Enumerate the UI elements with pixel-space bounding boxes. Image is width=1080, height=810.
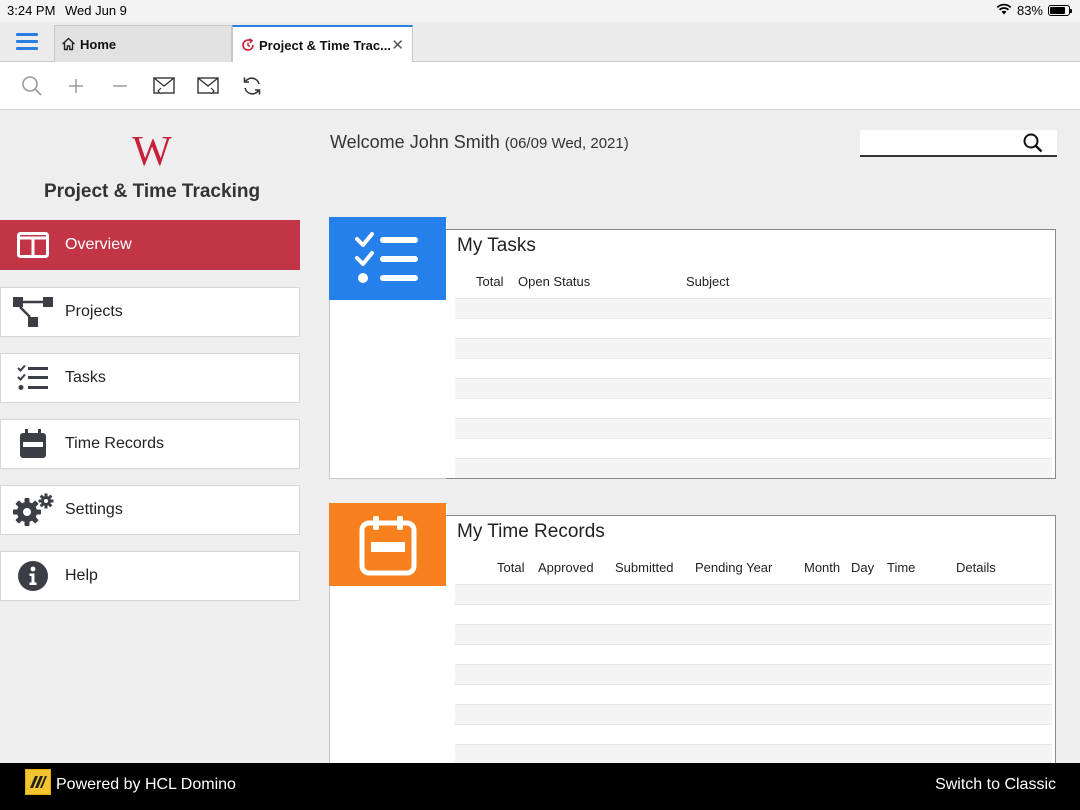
info-icon	[1, 560, 65, 592]
table-row	[455, 684, 1052, 704]
table-row	[455, 458, 1052, 478]
table-row	[455, 744, 1052, 764]
search-box[interactable]	[860, 130, 1057, 157]
column-header[interactable]: Time	[887, 560, 915, 575]
toolbar	[0, 62, 1080, 110]
my-time-records-grid: Total Approved Submitted Pending Year Mo…	[455, 550, 1052, 764]
column-header[interactable]: Month	[804, 560, 840, 575]
table-row	[455, 584, 1052, 604]
welcome-text: Welcome John Smith	[330, 132, 500, 152]
column-header[interactable]: Day	[851, 560, 874, 575]
minus-icon[interactable]	[108, 74, 132, 98]
app-title: Project & Time Tracking	[43, 181, 261, 202]
tab-ptt-label: Project & Time Trac...	[259, 37, 391, 53]
svg-text:W: W	[132, 130, 172, 170]
table-row	[455, 378, 1052, 398]
overview-icon	[1, 232, 65, 258]
plus-icon[interactable]	[64, 74, 88, 98]
welcome-date: (06/09 Wed, 2021)	[504, 135, 629, 152]
my-time-records-panel: My Time Records Total Approved Submitted…	[329, 503, 1056, 764]
sidebar-item-label: Settings	[65, 501, 123, 518]
sidebar-item-label: Overview	[65, 236, 132, 253]
home-icon	[61, 37, 76, 51]
footer-bar: Powered by HCL Domino Switch to Classic	[0, 763, 1080, 810]
table-row	[455, 298, 1052, 318]
refresh-icon	[241, 38, 255, 52]
table-row	[455, 704, 1052, 724]
table-row	[455, 664, 1052, 684]
wifi-icon	[996, 3, 1012, 18]
table-row	[455, 604, 1052, 624]
powered-by-text: Powered by HCL Domino	[56, 776, 236, 793]
sidebar-item-label: Projects	[65, 303, 123, 320]
sidebar-item-tasks[interactable]: Tasks	[0, 353, 300, 403]
status-bar: 3:24 PM Wed Jun 9 83%	[0, 0, 1080, 22]
grid-body	[455, 298, 1052, 478]
my-tasks-title: My Tasks	[457, 235, 536, 256]
app-logo: W	[128, 129, 176, 175]
table-row	[455, 338, 1052, 358]
hcl-domino-logo-icon	[25, 769, 51, 795]
status-time: 3:24 PM	[7, 3, 56, 18]
table-row	[455, 418, 1052, 438]
mail-forward-icon[interactable]	[196, 74, 220, 98]
close-icon[interactable]: ✕	[391, 36, 404, 54]
status-date: Wed Jun 9	[65, 3, 127, 18]
projects-icon	[1, 295, 65, 329]
search-icon[interactable]	[20, 74, 44, 98]
sidebar-item-label: Time Records	[65, 435, 164, 452]
sidebar-item-projects[interactable]: Projects	[0, 287, 300, 337]
sidebar-item-help[interactable]: Help	[0, 551, 300, 601]
mail-reply-icon[interactable]	[152, 74, 176, 98]
tab-home[interactable]: Home	[54, 25, 232, 62]
grid-body	[455, 584, 1052, 764]
tab-bar: Home Project & Time Trac... ✕	[0, 22, 1080, 63]
column-header[interactable]: Subject	[686, 274, 729, 289]
table-row	[455, 624, 1052, 644]
time-records-tile-icon	[329, 503, 446, 586]
table-row	[455, 644, 1052, 664]
battery-icon	[1048, 5, 1072, 16]
hamburger-menu-icon[interactable]	[16, 33, 38, 51]
my-tasks-grid: Total Open Status Subject	[455, 264, 1052, 478]
grid-header: Total Open Status Subject	[455, 264, 1052, 298]
tasks-icon	[1, 363, 65, 393]
sidebar-item-settings[interactable]: Settings	[0, 485, 300, 535]
column-header[interactable]: Submitted	[615, 560, 674, 575]
grid-header: Total Approved Submitted Pending Year Mo…	[455, 550, 1052, 584]
search-icon[interactable]	[1022, 132, 1044, 159]
column-header[interactable]: Total	[476, 274, 503, 289]
column-header[interactable]: Total	[497, 560, 524, 575]
column-header[interactable]: Approved	[538, 560, 594, 575]
welcome-message: Welcome John Smith (06/09 Wed, 2021)	[330, 132, 629, 153]
tab-home-label: Home	[80, 36, 117, 52]
switch-to-classic-link[interactable]: Switch to Classic	[935, 776, 1056, 794]
my-time-records-title: My Time Records	[457, 521, 605, 542]
tab-project-time-tracking[interactable]: Project & Time Trac... ✕	[232, 25, 413, 63]
sidebar-item-overview[interactable]: Overview	[0, 220, 300, 270]
sidebar-item-time-records[interactable]: Time Records	[0, 419, 300, 469]
column-header[interactable]: Details	[956, 560, 996, 575]
table-row	[455, 318, 1052, 338]
gear-icon	[1, 493, 65, 527]
status-right: 83%	[996, 3, 1072, 18]
calendar-icon	[1, 428, 65, 460]
refresh-icon[interactable]	[240, 74, 264, 98]
table-row	[455, 358, 1052, 378]
column-header[interactable]: Open Status	[518, 274, 590, 289]
table-row	[455, 438, 1052, 458]
my-tasks-panel: My Tasks Total Open Status Subject	[329, 217, 1056, 479]
tasks-tile-icon	[329, 217, 446, 300]
sidebar-item-label: Tasks	[65, 369, 106, 386]
table-row	[455, 398, 1052, 418]
sidebar-item-label: Help	[65, 567, 98, 584]
table-row	[455, 724, 1052, 744]
battery-percent: 83%	[1016, 3, 1043, 18]
column-header[interactable]: Pending Year	[695, 560, 772, 575]
